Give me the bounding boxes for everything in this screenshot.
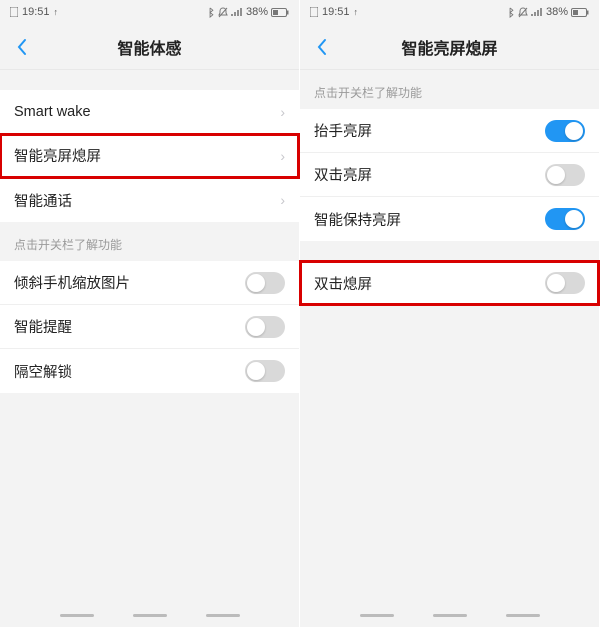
home-indicator [0, 614, 299, 617]
signal-icon [531, 8, 543, 17]
phone-left: 19:51 ↑ 38% 智能体感 Smart wake › 智能亮屏熄屏 › 智… [0, 0, 300, 627]
sim-icon [310, 7, 318, 17]
row-double-tap-off[interactable]: 双击熄屏 [300, 261, 599, 305]
status-time: 19:51 [322, 6, 350, 18]
chevron-left-icon [16, 38, 28, 56]
toggle[interactable] [545, 272, 585, 294]
page-title: 智能亮屏熄屏 [300, 35, 599, 59]
page-title: 智能体感 [0, 35, 299, 59]
nav-list: Smart wake › 智能亮屏熄屏 › 智能通话 › [0, 90, 299, 222]
dnd-icon [218, 7, 228, 18]
row-label: 智能保持亮屏 [314, 209, 401, 230]
toggle[interactable] [245, 360, 285, 382]
chevron-right-icon: › [280, 104, 285, 120]
row-smart-wake[interactable]: Smart wake › [0, 90, 299, 134]
toggle[interactable] [245, 272, 285, 294]
battery-pct: 38% [546, 6, 568, 18]
row-label: 智能提醒 [14, 316, 72, 337]
bluetooth-icon [507, 7, 515, 18]
row-label: 隔空解锁 [14, 361, 72, 382]
dnd-icon [518, 7, 528, 18]
row-smart-call[interactable]: 智能通话 › [0, 178, 299, 222]
battery-icon [571, 8, 589, 17]
section-label: 点击开关栏了解功能 [300, 70, 599, 109]
toggle[interactable] [545, 208, 585, 230]
battery-icon [271, 8, 289, 17]
battery-pct: 38% [246, 6, 268, 18]
home-indicator [300, 614, 599, 617]
chevron-right-icon: › [280, 148, 285, 164]
row-smart-remind[interactable]: 智能提醒 [0, 305, 299, 349]
back-button[interactable] [310, 35, 334, 59]
chevron-right-icon: › [280, 192, 285, 208]
status-up-icon: ↑ [354, 7, 359, 17]
row-smart-screen[interactable]: 智能亮屏熄屏 › [0, 134, 299, 178]
row-double-tap-wake[interactable]: 双击亮屏 [300, 153, 599, 197]
status-up-icon: ↑ [54, 7, 59, 17]
row-raise-to-wake[interactable]: 抬手亮屏 [300, 109, 599, 153]
status-bar: 19:51 ↑ 38% [0, 0, 299, 24]
row-label: Smart wake [14, 104, 91, 120]
row-label: 智能通话 [14, 190, 72, 211]
nav-bar: 智能体感 [0, 24, 299, 70]
sim-icon [10, 7, 18, 17]
row-label: 双击熄屏 [314, 273, 372, 294]
row-label: 智能亮屏熄屏 [14, 145, 101, 166]
status-time: 19:51 [22, 6, 50, 18]
signal-icon [231, 8, 243, 17]
status-bar: 19:51 ↑ 38% [300, 0, 599, 24]
row-label: 倾斜手机缩放图片 [14, 272, 130, 293]
row-air-unlock[interactable]: 隔空解锁 [0, 349, 299, 393]
toggle[interactable] [545, 120, 585, 142]
bluetooth-icon [207, 7, 215, 18]
row-tilt-zoom[interactable]: 倾斜手机缩放图片 [0, 261, 299, 305]
toggle-group-1: 抬手亮屏 双击亮屏 智能保持亮屏 [300, 109, 599, 241]
back-button[interactable] [10, 35, 34, 59]
section-label: 点击开关栏了解功能 [0, 222, 299, 261]
toggle[interactable] [245, 316, 285, 338]
toggle-group-2: 双击熄屏 [300, 261, 599, 305]
toggle[interactable] [545, 164, 585, 186]
row-label: 抬手亮屏 [314, 120, 372, 141]
row-label: 双击亮屏 [314, 164, 372, 185]
chevron-left-icon [316, 38, 328, 56]
nav-bar: 智能亮屏熄屏 [300, 24, 599, 70]
phone-right: 19:51 ↑ 38% 智能亮屏熄屏 点击开关栏了解功能 抬手亮屏 双击亮屏 智… [300, 0, 600, 627]
toggle-list: 倾斜手机缩放图片 智能提醒 隔空解锁 [0, 261, 299, 393]
row-smart-keep-on[interactable]: 智能保持亮屏 [300, 197, 599, 241]
